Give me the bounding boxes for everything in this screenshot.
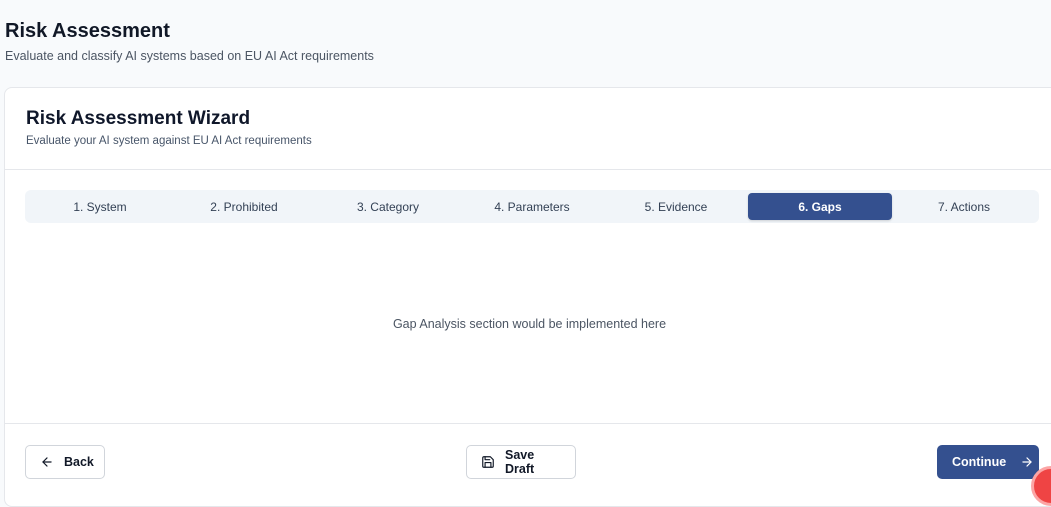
step-tab-gaps[interactable]: 6. Gaps (748, 193, 892, 220)
continue-button-label: Continue (952, 455, 1007, 469)
step-tab-system[interactable]: 1. System (28, 193, 172, 220)
page-subtitle: Evaluate and classify AI systems based o… (5, 49, 374, 63)
wizard-steps: 1. System 2. Prohibited 3. Category 4. P… (25, 190, 1039, 223)
page-title: Risk Assessment (5, 20, 170, 42)
arrow-right-icon (1020, 455, 1034, 469)
wizard-header: Risk Assessment Wizard Evaluate your AI … (5, 88, 1051, 170)
step-tab-evidence[interactable]: 5. Evidence (604, 193, 748, 220)
back-button-label: Back (64, 455, 94, 469)
footer-divider (5, 423, 1051, 424)
step-tab-actions[interactable]: 7. Actions (892, 193, 1036, 220)
page-header: Risk Assessment Evaluate and classify AI… (5, 18, 374, 64)
step-tab-category[interactable]: 3. Category (316, 193, 460, 220)
save-draft-button[interactable]: Save Draft (466, 445, 576, 479)
content-placeholder: Gap Analysis section would be implemente… (392, 317, 667, 331)
step-tab-parameters[interactable]: 4. Parameters (460, 193, 604, 220)
wizard-subtitle: Evaluate your AI system against EU AI Ac… (26, 135, 312, 147)
continue-button[interactable]: Continue (937, 445, 1039, 479)
wizard-card: Risk Assessment Wizard Evaluate your AI … (4, 87, 1051, 507)
back-button[interactable]: Back (25, 445, 105, 479)
wizard-title: Risk Assessment Wizard (26, 108, 251, 129)
arrow-left-icon (40, 455, 54, 469)
save-draft-label: Save Draft (505, 448, 535, 476)
save-icon (481, 455, 495, 469)
step-tab-prohibited[interactable]: 2. Prohibited (172, 193, 316, 220)
